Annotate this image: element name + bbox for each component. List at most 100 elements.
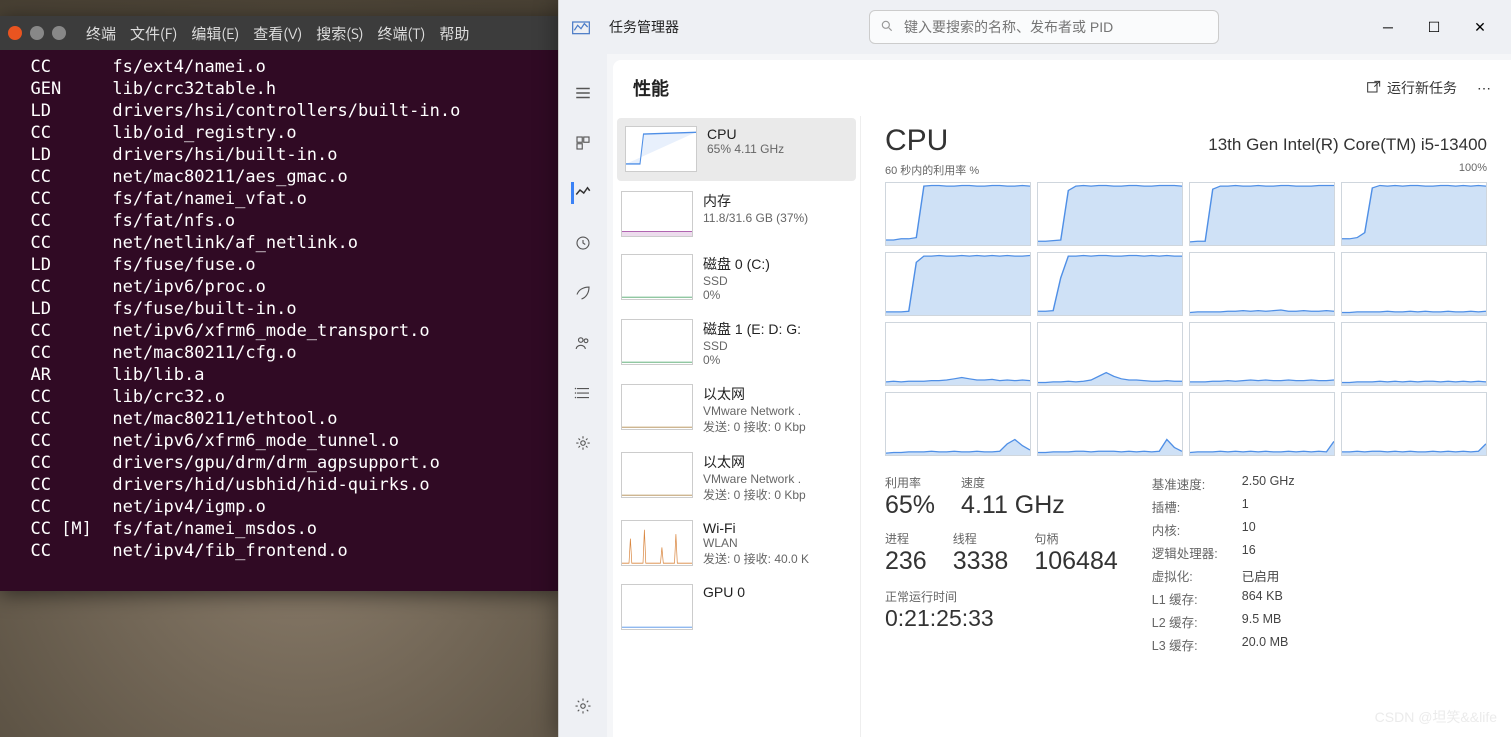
processes-icon[interactable] xyxy=(572,132,594,154)
core-chart xyxy=(1341,182,1487,246)
perf-item-sub: 65% 4.11 GHz xyxy=(707,142,848,156)
spec-value: 16 xyxy=(1242,543,1295,562)
core-chart xyxy=(1189,322,1335,386)
perf-item[interactable]: 磁盘 1 (E: D: G: SSD0% xyxy=(613,311,860,376)
stat-proc-label: 进程 xyxy=(885,530,927,547)
core-chart xyxy=(1037,392,1183,456)
settings-icon[interactable] xyxy=(572,695,594,717)
cpu-detail: CPU 13th Gen Intel(R) Core(TM) i5-13400 … xyxy=(861,116,1511,737)
menu-file[interactable]: 文件(F) xyxy=(130,23,177,44)
nav-rail xyxy=(559,54,607,737)
perf-item-title: GPU 0 xyxy=(703,584,852,600)
menu-terminal2[interactable]: 终端(T) xyxy=(378,23,426,44)
performance-icon[interactable] xyxy=(571,182,593,204)
window-maximize-button[interactable]: ☐ xyxy=(1411,11,1457,43)
spec-value: 10 xyxy=(1242,520,1295,539)
perf-item[interactable]: 以太网 VMware Network .发送: 0 接收: 0 Kbp xyxy=(613,376,860,444)
more-button[interactable]: ⋯ xyxy=(1477,80,1491,97)
spec-key: 基准速度: xyxy=(1152,474,1242,493)
watermark: CSDN @坦笑&&life xyxy=(1375,707,1497,727)
perf-item-sub: SSD0% xyxy=(703,339,852,367)
perf-item-sub: WLAN发送: 0 接收: 40.0 K xyxy=(703,536,852,567)
ubuntu-close-button[interactable] xyxy=(8,26,22,40)
core-chart xyxy=(1341,322,1487,386)
core-chart xyxy=(1341,252,1487,316)
perf-list[interactable]: CPU 65% 4.11 GHz 内存 11.8/31.6 GB (37%) 磁… xyxy=(613,116,861,737)
perf-thumb xyxy=(621,191,693,237)
ubuntu-minimize-button[interactable] xyxy=(30,26,44,40)
run-task-label: 运行新任务 xyxy=(1387,78,1457,98)
spec-value: 1 xyxy=(1242,497,1295,516)
uptime-label: 正常运行时间 xyxy=(885,588,1118,605)
perf-thumb xyxy=(625,126,697,172)
perf-item[interactable]: 以太网 VMware Network .发送: 0 接收: 0 Kbp xyxy=(613,444,860,512)
perf-item-title: 以太网 xyxy=(703,452,852,472)
tm-titlebar[interactable]: 任务管理器 ─ ☐ ✕ xyxy=(559,0,1511,54)
task-manager-icon xyxy=(567,13,595,41)
stat-handle-value: 106484 xyxy=(1034,547,1117,576)
stat-util-label: 利用率 xyxy=(885,474,935,491)
perf-item[interactable]: CPU 65% 4.11 GHz xyxy=(617,118,856,181)
stat-speed-value: 4.11 GHz xyxy=(961,491,1065,520)
perf-item-sub: VMware Network .发送: 0 接收: 0 Kbp xyxy=(703,472,852,503)
spec-value: 20.0 MB xyxy=(1242,635,1295,654)
spec-key: 逻辑处理器: xyxy=(1152,543,1242,562)
ubuntu-titlebar[interactable]: 终端 文件(F) 编辑(E) 查看(V) 搜索(S) 终端(T) 帮助 xyxy=(0,16,560,50)
ubuntu-maximize-button[interactable] xyxy=(52,26,66,40)
axis-left: 60 秒内的利用率 % xyxy=(885,162,979,178)
spec-key: 内核: xyxy=(1152,520,1242,539)
stat-proc-value: 236 xyxy=(885,547,927,576)
window-minimize-button[interactable]: ─ xyxy=(1365,11,1411,43)
menu-edit[interactable]: 编辑(E) xyxy=(191,23,239,44)
stat-handle-label: 句柄 xyxy=(1034,530,1117,547)
run-task-button[interactable]: 运行新任务 xyxy=(1365,78,1457,98)
perf-item[interactable]: 内存 11.8/31.6 GB (37%) xyxy=(613,183,860,246)
terminal-output[interactable]: CC fs/ext4/namei.o GEN lib/crc32table.h … xyxy=(0,50,560,591)
cpu-model: 13th Gen Intel(R) Core(TM) i5-13400 xyxy=(1208,135,1487,155)
perf-thumb xyxy=(621,452,693,498)
perf-thumb xyxy=(621,384,693,430)
search-input[interactable] xyxy=(904,19,1208,35)
perf-item-title: 磁盘 1 (E: D: G: xyxy=(703,319,852,339)
perf-item[interactable]: GPU 0 xyxy=(613,576,860,639)
perf-item[interactable]: 磁盘 0 (C:) SSD0% xyxy=(613,246,860,311)
task-manager-window: 任务管理器 ─ ☐ ✕ 性能 xyxy=(558,0,1511,737)
ubuntu-menu-bar: 终端 文件(F) 编辑(E) 查看(V) 搜索(S) 终端(T) 帮助 xyxy=(86,23,469,44)
core-chart xyxy=(1037,252,1183,316)
stat-speed-label: 速度 xyxy=(961,474,1065,491)
hamburger-icon[interactable] xyxy=(572,82,594,104)
startup-icon[interactable] xyxy=(572,282,594,304)
perf-thumb xyxy=(621,319,693,365)
perf-item-title: 内存 xyxy=(703,191,852,211)
menu-terminal[interactable]: 终端 xyxy=(86,23,116,44)
perf-item[interactable]: Wi-Fi WLAN发送: 0 接收: 40.0 K xyxy=(613,512,860,576)
spec-key: 虚拟化: xyxy=(1152,566,1242,585)
perf-item-sub: 11.8/31.6 GB (37%) xyxy=(703,211,852,225)
services-icon[interactable] xyxy=(572,432,594,454)
menu-search[interactable]: 搜索(S) xyxy=(316,23,363,44)
core-grid xyxy=(885,182,1487,456)
users-icon[interactable] xyxy=(572,332,594,354)
search-box[interactable] xyxy=(869,10,1219,44)
core-chart xyxy=(1341,392,1487,456)
perf-item-sub: SSD0% xyxy=(703,274,852,302)
perf-thumb xyxy=(621,584,693,630)
spec-key: L1 缓存: xyxy=(1152,589,1242,608)
core-chart xyxy=(1189,252,1335,316)
core-chart xyxy=(885,182,1031,246)
details-icon[interactable] xyxy=(572,382,594,404)
perf-thumb xyxy=(621,254,693,300)
perf-item-title: 以太网 xyxy=(703,384,852,404)
perf-item-title: Wi-Fi xyxy=(703,520,852,536)
history-icon[interactable] xyxy=(572,232,594,254)
stat-thread-value: 3338 xyxy=(953,547,1009,576)
stat-util-value: 65% xyxy=(885,491,935,520)
menu-view[interactable]: 查看(V) xyxy=(253,23,302,44)
perf-item-title: CPU xyxy=(707,126,848,142)
menu-help[interactable]: 帮助 xyxy=(439,23,469,44)
window-close-button[interactable]: ✕ xyxy=(1457,11,1503,43)
core-chart xyxy=(885,252,1031,316)
core-chart xyxy=(885,392,1031,456)
tm-title: 任务管理器 xyxy=(609,17,679,37)
perf-item-title: 磁盘 0 (C:) xyxy=(703,254,852,274)
